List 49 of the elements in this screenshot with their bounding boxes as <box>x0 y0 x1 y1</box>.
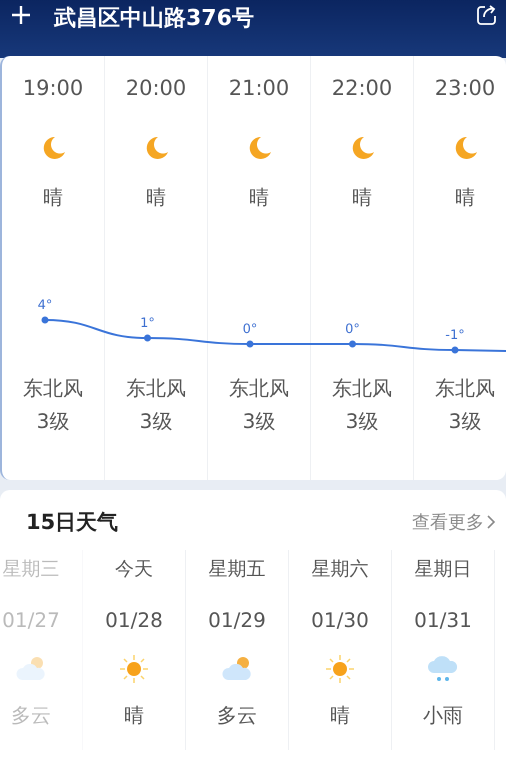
weather-condition: 晴 <box>146 184 166 211</box>
wind-level: 3级 <box>346 408 378 435</box>
weather-condition: 晴 <box>43 184 63 211</box>
hour-time: 23:00 <box>434 76 496 100</box>
hour-time: 21:00 <box>228 76 290 100</box>
wind-level: 3级 <box>242 408 276 435</box>
add-icon[interactable] <box>10 4 32 26</box>
wind-direction: 东北风 <box>23 375 83 402</box>
chevron-icon <box>486 514 496 530</box>
wind-level: 3级 <box>448 408 482 435</box>
wind-direction: 东北风 <box>229 375 289 402</box>
day-date: 01/29 <box>208 608 266 632</box>
temperature-label: 0° <box>345 322 360 337</box>
wind-direction: 东北风 <box>435 375 495 402</box>
wind-direction: 东北风 <box>126 375 186 402</box>
weather-condition: 晴 <box>352 184 372 211</box>
wind-direction: 东北风 <box>332 375 392 402</box>
day-name: 星期六 <box>312 557 368 582</box>
weather-condition: 晴 <box>249 184 269 211</box>
wind-level: 3级 <box>36 408 70 435</box>
share-icon[interactable] <box>476 4 498 26</box>
weather-condition: 多云 <box>11 702 51 729</box>
hour-time: 20:00 <box>126 76 186 100</box>
weather-condition: 小雨 <box>423 702 463 729</box>
day-name: 星期三 <box>2 557 60 582</box>
hour-time: 19:00 <box>22 76 84 100</box>
weather-condition: 晴 <box>124 702 144 729</box>
day-date: 01/28 <box>105 608 163 632</box>
wind-level: 3级 <box>140 408 172 435</box>
hour-time: 22:00 <box>332 76 392 100</box>
day-name: 今天 <box>115 557 153 582</box>
more-link[interactable]: 查看更多 <box>412 510 496 534</box>
temperature-label: 4° <box>38 298 52 313</box>
sun-icon <box>119 654 149 684</box>
temperature-label: -1° <box>445 328 465 343</box>
day-date: 01/31 <box>414 608 472 632</box>
location-title: 武昌区中山路376号 <box>54 5 255 33</box>
weather-condition: 多云 <box>217 702 257 729</box>
weather-condition: 晴 <box>455 184 475 211</box>
day-date: 01/27 <box>2 608 60 632</box>
temperature-label: 1° <box>140 316 155 331</box>
weather-condition: 晴 <box>330 702 350 729</box>
rain-cloud-icon <box>428 654 458 684</box>
day-date: 01/30 <box>311 608 369 632</box>
day-name: 星期五 <box>208 557 266 582</box>
temperature-label: 0° <box>242 322 258 337</box>
day-name: 星期日 <box>414 557 472 582</box>
sun-icon <box>325 654 355 684</box>
section-title: 15日天气 <box>26 509 118 536</box>
